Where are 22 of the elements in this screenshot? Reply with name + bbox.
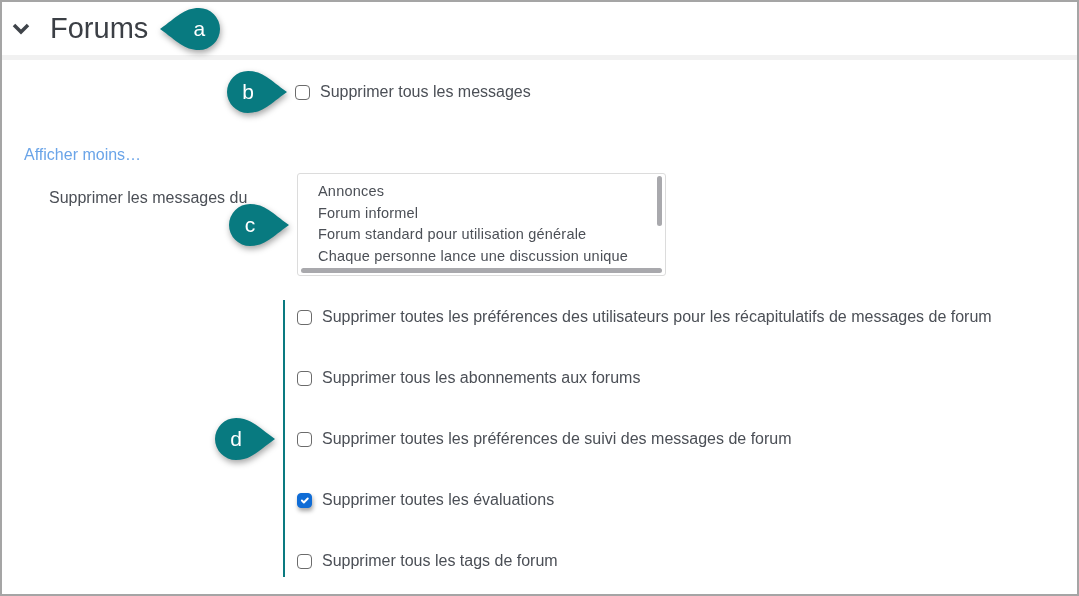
callout-marker: a: [158, 5, 223, 52]
listbox-option[interactable]: Chaque personne lance une discussion unique: [318, 245, 665, 267]
listbox-option[interactable]: Annonces: [318, 181, 665, 203]
scrollbar[interactable]: [657, 176, 662, 226]
checkbox[interactable]: [295, 84, 310, 100]
listbox-option[interactable]: Forum informel: [318, 202, 665, 224]
checkbox-label: Supprimer toutes les préférences de suivi des messages de forum: [322, 429, 792, 449]
checkbox[interactable]: [297, 492, 312, 508]
checkbox[interactable]: [297, 553, 312, 569]
callout-marker: b: [225, 69, 289, 115]
checkbox[interactable]: [297, 431, 312, 447]
scrollbar[interactable]: [301, 268, 662, 273]
checkbox-label: Supprimer tous les messages: [320, 82, 531, 102]
listbox-option[interactable]: Forum standard pour utilisation générale: [318, 224, 665, 246]
checkbox-label: Supprimer tous les abonnements aux forums: [322, 368, 641, 388]
checkbox-label: Supprimer toutes les préférences des utilisateurs pour les récapitulatifs de messages de forum: [322, 307, 992, 327]
checkbox-label: Supprimer tous les tags de forum: [322, 551, 558, 571]
forum-type-listbox[interactable]: Annonces Forum informel Forum standard pour utilisation générale Chaque personne lance une discussion unique: [297, 173, 666, 276]
checkbox-label: Supprimer toutes les évaluations: [322, 490, 555, 510]
checkbox[interactable]: [297, 309, 312, 325]
checkbox[interactable]: [297, 370, 312, 386]
callout-marker: d: [213, 415, 277, 462]
